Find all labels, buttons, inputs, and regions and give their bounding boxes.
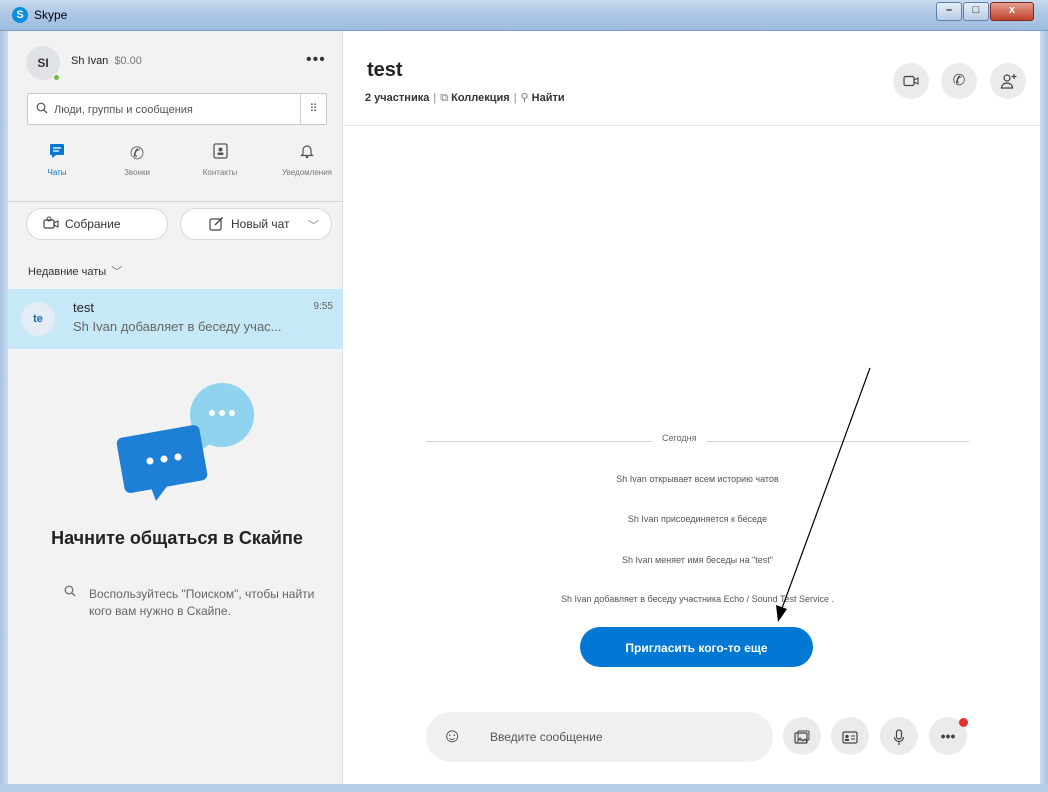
tab-chats-label: Чаты [47,168,67,177]
add-person-icon [1000,74,1016,89]
date-label: Сегодня [652,433,707,443]
skype-logo-icon: S [12,7,28,23]
tab-chats[interactable]: Чаты [22,143,92,177]
sidebar: SI Sh Ivan$0.00 ••• ⠿ Чаты ✆ Звонки Конт… [8,31,343,784]
search-box: ⠿ [27,93,327,125]
close-button[interactable]: x [990,2,1034,21]
voice-message-button[interactable] [880,717,918,755]
meet-now-label: Собрание [65,217,121,231]
search-icon [36,102,48,117]
message-composer: ☺ [426,712,773,762]
header-divider [344,125,1040,126]
chat-icon [22,143,92,165]
dialpad-icon[interactable]: ⠿ [300,94,326,124]
window-titlebar: S Skype – □ x [0,0,1048,31]
emoji-icon[interactable]: ☺ [442,725,462,748]
minimize-icon: – [945,4,953,16]
system-message: Sh Ivan добавляет в беседу участника Ech… [560,594,834,604]
gallery-link[interactable]: Коллекция [451,92,510,104]
recent-chats-label: Недавние чаты [28,266,107,278]
compose-icon [209,216,224,234]
tab-contacts[interactable]: Контакты [185,143,255,177]
microphone-icon [893,729,905,745]
tab-contacts-label: Контакты [202,168,238,177]
phone-icon: ✆ [952,72,966,89]
tab-calls-label: Звонки [124,168,150,177]
video-meeting-icon [43,216,59,234]
close-icon: x [1008,4,1016,16]
chat-name: test [73,300,94,315]
video-call-button[interactable] [893,63,929,99]
tab-notifications[interactable]: Уведомления [272,143,342,177]
promo-title: Начните общаться в Скайпе [51,528,303,548]
presence-online-indicator [52,73,61,82]
notification-dot [959,718,968,727]
conversation-meta: 2 участника | ⧉ Коллекция | ⚲ Найти [365,92,565,104]
message-input[interactable] [488,727,758,747]
conversation-title[interactable]: test [367,59,403,82]
system-message: Sh Ivan открывает всем историю чатов [616,474,779,484]
chat-avatar: te [21,302,55,336]
window-frame-right [1040,31,1048,792]
window-title: Skype [34,8,68,22]
search-icon [64,585,76,600]
minimize-button[interactable]: – [936,2,962,21]
nav-tabs: Чаты ✆ Звонки Контакты Уведомления [22,143,338,193]
add-people-button[interactable] [990,63,1026,99]
contacts-icon [185,143,255,165]
video-camera-icon [903,75,919,87]
meet-now-button[interactable]: Собрание [26,208,168,240]
profile-name-text: Sh Ivan [71,55,109,67]
audio-call-button[interactable]: ✆ [941,63,977,99]
contact-card-icon [842,731,858,744]
promo-text: Воспользуйтесь "Поиском", чтобы найти ко… [89,587,315,618]
chevron-down-icon: ﹀ [108,266,123,278]
tab-notifications-label: Уведомления [281,168,333,177]
recent-chats-header[interactable]: Недавние чаты ﹀ [28,263,122,279]
system-message: Sh Ivan присоединяется к беседе [627,514,768,524]
new-chat-label: Новый чат [231,217,290,231]
sidebar-divider [8,201,343,202]
maximize-button[interactable]: □ [963,2,989,21]
maximize-icon: □ [972,4,980,16]
system-message: Sh Ivan меняет имя беседы на "test" [622,555,773,565]
profile-name[interactable]: Sh Ivan $0.00 [71,55,142,67]
window-controls: – □ x [935,2,1034,21]
chat-time: 9:55 [313,301,333,312]
ellipsis-icon: ••• [940,728,956,744]
search-input[interactable] [52,100,302,120]
search-icon: ⚲ [520,92,532,104]
send-contact-button[interactable] [831,717,869,755]
media-gallery-button[interactable] [783,717,821,755]
participants-link[interactable]: 2 участника [365,92,429,104]
chat-bubbles-illustration [112,381,262,501]
chat-list-item[interactable]: te test 9:55 Sh Ivan добавляет в беседу … [8,289,343,349]
more-options-button[interactable]: ••• [306,51,326,69]
find-link[interactable]: Найти [532,92,565,104]
image-icon [794,730,810,744]
phone-icon: ✆ [129,144,145,163]
chat-preview: Sh Ivan добавляет в беседу учас... [73,319,282,334]
invite-button[interactable]: Пригласить кого-то еще [580,627,813,667]
profile-balance: $0.00 [114,55,142,67]
window-frame-bottom [0,784,1048,792]
new-chat-button[interactable]: Новый чат ﹀ [180,208,332,240]
bell-icon [272,143,342,165]
chevron-down-icon: ﹀ [308,220,319,232]
window-frame-left [0,31,8,792]
tab-calls[interactable]: ✆ Звонки [102,143,172,177]
gallery-icon: ⧉ [440,92,452,104]
